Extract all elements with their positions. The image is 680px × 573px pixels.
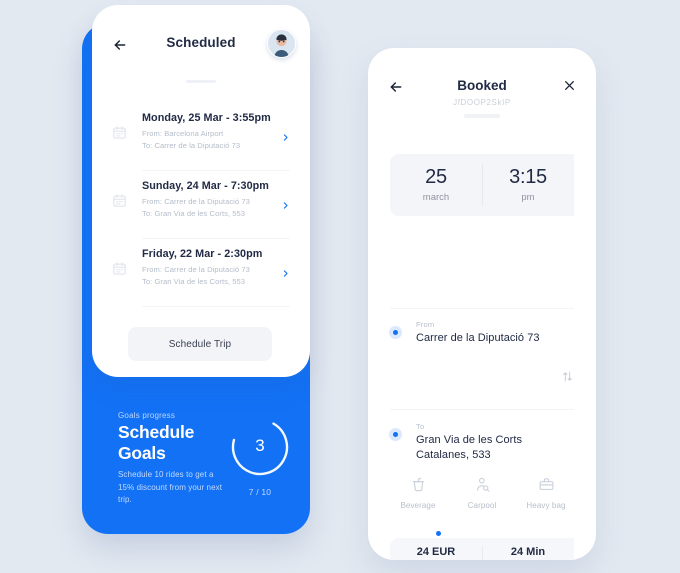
calendar-icon bbox=[112, 125, 127, 140]
date-value: 25 bbox=[425, 166, 447, 188]
goals-ring-value: 3 bbox=[255, 436, 265, 455]
table-row[interactable]: Friday, 22 Mar - 2:30pm From: Carrer de … bbox=[92, 239, 310, 307]
to-value-line1: Gran Via de les Corts bbox=[416, 434, 523, 446]
to-label: To bbox=[416, 422, 425, 431]
option-heavy-bag[interactable]: Heavy bag bbox=[514, 476, 578, 510]
destination-dot-icon bbox=[389, 428, 402, 441]
option-carpool[interactable]: Carpool bbox=[450, 476, 514, 510]
date-unit: march bbox=[422, 192, 450, 203]
trip-title: Sunday, 24 Mar - 7:30pm bbox=[142, 180, 269, 192]
booking-code: JfDOOP2SkIP bbox=[453, 98, 511, 107]
scheduled-header: Scheduled bbox=[92, 5, 310, 83]
scheduled-white-card: Scheduled Monday, 25 Mar - 3:55pm From: … bbox=[92, 5, 310, 377]
table-row[interactable]: Monday, 25 Mar - 3:55pm From: Barcelona … bbox=[92, 103, 310, 171]
origin-dot-icon bbox=[389, 326, 402, 339]
user-avatar[interactable] bbox=[267, 29, 296, 58]
goals-description: Schedule 10 rides to get a 15% discount … bbox=[118, 470, 223, 504]
page-title: Booked bbox=[457, 78, 507, 93]
goals-progress-ring: 3 bbox=[228, 415, 292, 479]
calendar-icon bbox=[112, 261, 127, 276]
goals-progress-card: Goals progress Schedule Goals Schedule 1… bbox=[92, 395, 310, 534]
option-label: Beverage bbox=[400, 501, 436, 510]
goals-progress-text: 7 / 10 bbox=[248, 487, 272, 497]
divider bbox=[482, 164, 483, 206]
chevron-right-icon[interactable] bbox=[281, 129, 290, 141]
route-section: From Carrer de la Diputació 73 To Gran V… bbox=[368, 258, 596, 461]
to-value[interactable]: Gran Via de les Corts Catalanes, 533 bbox=[416, 433, 556, 463]
person-search-icon bbox=[450, 476, 514, 496]
pull-handle bbox=[186, 80, 216, 83]
divider bbox=[390, 409, 574, 410]
goals-title-line1: Schedule bbox=[118, 422, 195, 442]
duration-value: 24 Min bbox=[510, 546, 546, 558]
estimation-cell[interactable]: 24 EUR Estimation bbox=[390, 538, 482, 560]
cup-icon bbox=[386, 476, 450, 496]
trip-title: Monday, 25 Mar - 3:55pm bbox=[142, 112, 271, 124]
date-time-row: 25 march 3:15 pm bbox=[390, 154, 574, 216]
divider bbox=[482, 546, 483, 560]
from-value[interactable]: Carrer de la Diputació 73 bbox=[416, 331, 540, 346]
trip-to: To: Gran Via de les Corts, 553 bbox=[142, 209, 246, 218]
trip-text: Sunday, 24 Mar - 7:30pm From: Carrer de … bbox=[142, 180, 280, 220]
trip-from: From: Barcelona Airport bbox=[142, 129, 224, 138]
date-cell[interactable]: 25 march bbox=[390, 154, 482, 216]
trip-text: Friday, 22 Mar - 2:30pm From: Carrer de … bbox=[142, 248, 280, 288]
goals-label: Goals progress bbox=[118, 411, 176, 420]
goals-title-line2: Goals bbox=[118, 443, 166, 463]
booked-header: Booked JfDOOP2SkIP bbox=[368, 48, 596, 120]
chevron-right-icon[interactable] bbox=[281, 197, 290, 209]
calendar-icon bbox=[112, 193, 127, 208]
close-icon[interactable] bbox=[563, 79, 576, 92]
estimation-row: 24 EUR Estimation 24 Min Duration bbox=[390, 538, 574, 560]
option-label: Carpool bbox=[467, 501, 497, 510]
divider bbox=[142, 306, 290, 307]
table-row[interactable]: Sunday, 24 Mar - 7:30pm From: Carrer de … bbox=[92, 171, 310, 239]
from-label: From bbox=[416, 320, 435, 329]
schedule-trip-button[interactable]: Schedule Trip bbox=[128, 327, 272, 361]
trip-title: Friday, 22 Mar - 2:30pm bbox=[142, 248, 263, 260]
trip-from: From: Carrer de la Diputació 73 bbox=[142, 197, 250, 206]
scheduled-screen: Scheduled Monday, 25 Mar - 3:55pm From: … bbox=[82, 5, 310, 534]
duration-cell[interactable]: 24 Min Duration bbox=[482, 538, 574, 560]
option-beverage[interactable]: Beverage bbox=[386, 476, 450, 510]
to-value-line2: Catalanes, 533 bbox=[416, 449, 491, 461]
trip-from: From: Carrer de la Diputació 73 bbox=[142, 265, 250, 274]
option-label: Heavy bag bbox=[526, 501, 566, 510]
estimation-indicator-dot bbox=[436, 531, 441, 536]
trip-to: To: Gran Via de les Corts, 553 bbox=[142, 277, 246, 286]
booked-screen: Booked JfDOOP2SkIP 25 march 3:15 pm From… bbox=[368, 48, 596, 560]
time-cell[interactable]: 3:15 pm bbox=[482, 154, 574, 216]
trip-options-row: Beverage Carpool Heavy bag bbox=[386, 476, 578, 510]
chevron-right-icon[interactable] bbox=[281, 265, 290, 277]
pull-handle bbox=[464, 114, 500, 118]
app-mockup-stage: Scheduled Monday, 25 Mar - 3:55pm From: … bbox=[0, 0, 680, 573]
time-value: 3:15 bbox=[509, 166, 547, 188]
trip-list: Monday, 25 Mar - 3:55pm From: Barcelona … bbox=[92, 103, 310, 307]
trip-to: To: Carrer de la Diputació 73 bbox=[142, 141, 241, 150]
briefcase-icon bbox=[514, 476, 578, 496]
goals-title: Schedule Goals bbox=[118, 422, 228, 464]
trip-text: Monday, 25 Mar - 3:55pm From: Barcelona … bbox=[142, 112, 280, 152]
swap-vertical-icon[interactable] bbox=[561, 370, 574, 383]
estimation-value: 24 EUR bbox=[416, 546, 456, 558]
divider bbox=[390, 308, 574, 309]
time-unit: pm bbox=[521, 192, 535, 203]
